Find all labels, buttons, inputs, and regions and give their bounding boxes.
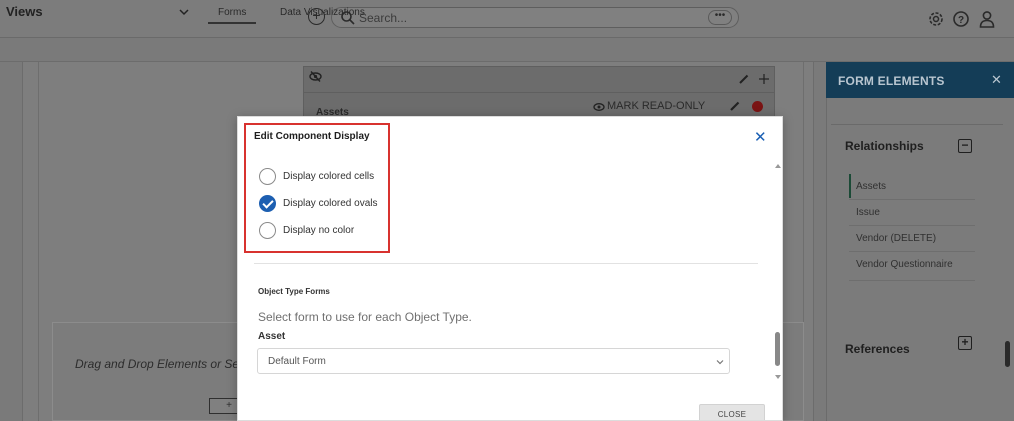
active-indicator xyxy=(849,174,851,198)
relationship-item-issue[interactable]: Issue xyxy=(856,207,880,218)
tab-forms[interactable]: Forms xyxy=(218,7,246,18)
views-bar xyxy=(0,38,1014,62)
relationships-title: Relationships xyxy=(845,139,924,153)
edit-icon[interactable] xyxy=(729,100,741,112)
asset-field-label: Asset xyxy=(258,331,286,342)
dialog-title: Edit Component Display xyxy=(254,131,370,142)
search-input[interactable]: Search... ••• xyxy=(331,7,739,28)
divider xyxy=(849,225,975,226)
views-dropdown-label[interactable]: Views xyxy=(6,4,43,19)
pencil-icon[interactable] xyxy=(738,73,750,85)
section-title: Object Type Forms xyxy=(258,287,330,296)
divider xyxy=(849,280,975,281)
asset-form-select[interactable]: Default Form xyxy=(257,348,730,374)
expand-icon[interactable]: + xyxy=(958,336,972,350)
chevron-down-icon[interactable] xyxy=(178,6,190,18)
option-label[interactable]: Display no color xyxy=(283,225,354,236)
section-description: Select form to use for each Object Type. xyxy=(258,310,472,324)
relationship-item-vendor-delete[interactable]: Vendor (DELETE) xyxy=(856,233,936,244)
divider xyxy=(849,251,975,252)
search-placeholder: Search... xyxy=(359,11,408,25)
divider xyxy=(254,263,758,264)
option-label[interactable]: Display colored cells xyxy=(283,171,374,182)
relationship-item-assets[interactable]: Assets xyxy=(856,181,886,192)
close-button[interactable]: CLOSE xyxy=(699,404,765,420)
radio-colored-cells[interactable] xyxy=(259,168,276,185)
panel-scrollbar[interactable] xyxy=(1004,78,1014,421)
divider xyxy=(303,92,775,93)
edit-component-display-dialog: Edit Component Display ✕ Display colored… xyxy=(237,116,783,421)
scroll-up-icon[interactable] xyxy=(774,162,782,170)
close-icon[interactable]: ✕ xyxy=(754,128,767,146)
svg-text:?: ? xyxy=(958,15,964,26)
option-label[interactable]: Display colored ovals xyxy=(283,198,378,209)
collapse-icon[interactable]: − xyxy=(958,139,972,153)
drop-zone-hint: Drag and Drop Elements or Se xyxy=(75,357,240,371)
select-value: Default Form xyxy=(268,356,326,367)
panel-scrollbar-thumb[interactable] xyxy=(1005,341,1010,367)
help-icon[interactable]: ? xyxy=(951,9,971,29)
eye-slash-icon[interactable] xyxy=(309,70,322,83)
radio-colored-ovals[interactable] xyxy=(259,195,276,212)
eye-icon xyxy=(593,103,605,111)
chevron-down-icon xyxy=(716,360,724,365)
gear-icon[interactable] xyxy=(926,9,946,29)
scroll-down-icon[interactable] xyxy=(774,373,782,381)
user-icon[interactable] xyxy=(977,9,997,29)
tab-active-indicator xyxy=(208,22,256,24)
mark-read-only-button[interactable]: MARK READ-ONLY xyxy=(607,100,705,112)
references-title: References xyxy=(845,342,910,356)
divider xyxy=(849,199,975,200)
panel-close-icon[interactable]: ✕ xyxy=(991,72,1002,88)
relationship-item-vendor-questionnaire[interactable]: Vendor Questionnaire xyxy=(856,259,953,270)
form-elements-title: FORM ELEMENTS xyxy=(838,74,945,88)
remove-icon[interactable] xyxy=(752,101,763,112)
move-icon[interactable] xyxy=(758,73,770,85)
tab-data-visualizations[interactable]: Data Visualizations xyxy=(280,7,365,18)
radio-no-color[interactable] xyxy=(259,222,276,239)
dialog-scrollbar-thumb[interactable] xyxy=(775,332,780,366)
more-options-button[interactable]: ••• xyxy=(708,10,732,25)
